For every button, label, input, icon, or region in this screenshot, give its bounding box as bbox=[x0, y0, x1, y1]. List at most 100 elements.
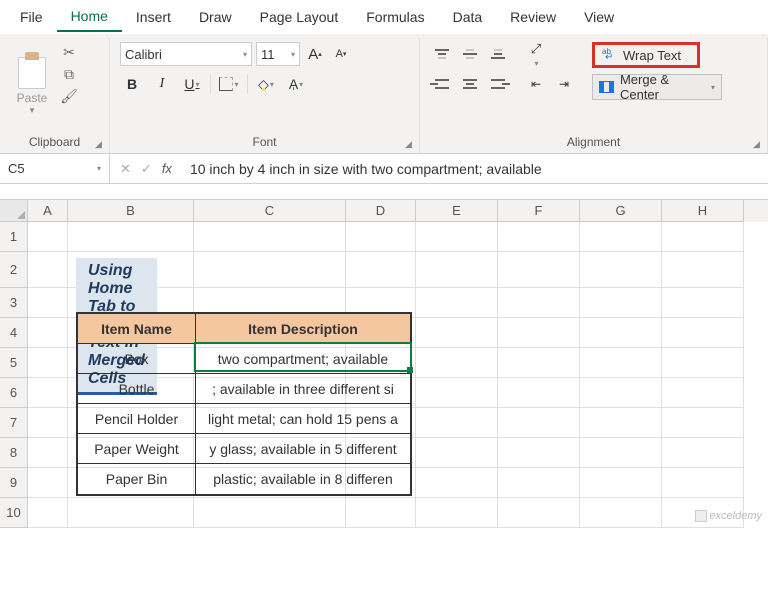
cell[interactable] bbox=[68, 438, 194, 468]
col-header[interactable]: G bbox=[580, 200, 662, 222]
cell[interactable] bbox=[580, 408, 662, 438]
cell[interactable] bbox=[498, 468, 580, 498]
cell[interactable] bbox=[68, 468, 194, 498]
font-launcher-icon[interactable]: ◢ bbox=[405, 139, 417, 151]
cell[interactable] bbox=[662, 252, 744, 288]
cell[interactable] bbox=[28, 498, 68, 528]
merge-center-button[interactable]: Merge & Center ▾ bbox=[592, 74, 722, 100]
font-size-select[interactable]: 11▾ bbox=[256, 42, 300, 66]
cell[interactable] bbox=[194, 438, 346, 468]
cell[interactable] bbox=[28, 468, 68, 498]
row-header[interactable]: 7 bbox=[0, 408, 28, 438]
cell[interactable] bbox=[662, 378, 744, 408]
cell[interactable] bbox=[498, 348, 580, 378]
cell[interactable] bbox=[416, 252, 498, 288]
col-header[interactable]: C bbox=[194, 200, 346, 222]
cell[interactable] bbox=[28, 288, 68, 318]
cell[interactable] bbox=[580, 498, 662, 528]
cell[interactable] bbox=[346, 408, 416, 438]
cancel-formula-button[interactable]: ✕ bbox=[120, 161, 131, 177]
menu-home[interactable]: Home bbox=[57, 2, 122, 32]
cell[interactable] bbox=[416, 468, 498, 498]
copy-button[interactable]: ⧉ bbox=[60, 66, 78, 82]
menu-formulas[interactable]: Formulas bbox=[352, 3, 438, 31]
cell[interactable] bbox=[68, 378, 194, 408]
col-header[interactable]: F bbox=[498, 200, 580, 222]
cell[interactable] bbox=[194, 468, 346, 498]
cell[interactable] bbox=[346, 438, 416, 468]
cell[interactable] bbox=[194, 348, 346, 378]
row-header[interactable]: 8 bbox=[0, 438, 28, 468]
cell[interactable] bbox=[194, 222, 346, 252]
shrink-font-button[interactable]: A▾ bbox=[330, 43, 352, 65]
formula-input[interactable]: 10 inch by 4 inch in size with two compa… bbox=[182, 154, 768, 184]
cell[interactable] bbox=[662, 498, 744, 528]
cell[interactable] bbox=[580, 318, 662, 348]
cell[interactable] bbox=[580, 288, 662, 318]
grow-font-button[interactable]: A▴ bbox=[304, 43, 326, 65]
align-middle-button[interactable] bbox=[458, 42, 482, 66]
font-name-select[interactable]: Calibri▾ bbox=[120, 42, 252, 66]
menu-view[interactable]: View bbox=[570, 3, 628, 31]
align-bottom-button[interactable] bbox=[486, 42, 510, 66]
row-header[interactable]: 1 bbox=[0, 222, 28, 252]
underline-button[interactable]: U▾ bbox=[180, 72, 204, 96]
col-header[interactable]: B bbox=[68, 200, 194, 222]
cell[interactable] bbox=[416, 438, 498, 468]
cell[interactable] bbox=[416, 378, 498, 408]
fill-color-button[interactable]: ◇▾ bbox=[254, 72, 278, 96]
borders-button[interactable]: ▾ bbox=[217, 72, 241, 96]
col-header[interactable]: E bbox=[416, 200, 498, 222]
cell[interactable] bbox=[498, 318, 580, 348]
col-header[interactable]: H bbox=[662, 200, 744, 222]
increase-indent-button[interactable]: ⇥ bbox=[552, 72, 576, 96]
cell[interactable] bbox=[194, 408, 346, 438]
cell[interactable] bbox=[662, 468, 744, 498]
cell[interactable] bbox=[498, 222, 580, 252]
cut-button[interactable]: ✂ bbox=[60, 44, 78, 60]
font-color-button[interactable]: A▾ bbox=[284, 72, 308, 96]
cell[interactable] bbox=[416, 288, 498, 318]
row-header[interactable]: 6 bbox=[0, 378, 28, 408]
alignment-launcher-icon[interactable]: ◢ bbox=[753, 139, 765, 151]
menu-data[interactable]: Data bbox=[439, 3, 497, 31]
cell[interactable] bbox=[416, 222, 498, 252]
align-right-button[interactable] bbox=[486, 72, 510, 96]
cell[interactable] bbox=[416, 408, 498, 438]
cell[interactable] bbox=[580, 438, 662, 468]
cell[interactable] bbox=[662, 288, 744, 318]
paste-button[interactable]: Paste ▾ bbox=[10, 40, 54, 133]
cell[interactable] bbox=[416, 318, 498, 348]
cell[interactable] bbox=[194, 288, 346, 318]
menu-page-layout[interactable]: Page Layout bbox=[246, 3, 353, 31]
menu-file[interactable]: File bbox=[6, 3, 57, 31]
cell[interactable] bbox=[498, 252, 580, 288]
cell[interactable] bbox=[580, 378, 662, 408]
align-top-button[interactable] bbox=[430, 42, 454, 66]
cell[interactable] bbox=[498, 438, 580, 468]
spreadsheet-grid[interactable]: ABCDEFGH 12345678910 Using Home Tab to W… bbox=[0, 200, 768, 528]
cell[interactable] bbox=[346, 252, 416, 288]
cell[interactable] bbox=[28, 252, 68, 288]
cell[interactable] bbox=[194, 318, 346, 348]
cell[interactable] bbox=[28, 408, 68, 438]
cell[interactable] bbox=[498, 408, 580, 438]
cell[interactable] bbox=[498, 378, 580, 408]
cell[interactable] bbox=[498, 288, 580, 318]
cell[interactable] bbox=[346, 222, 416, 252]
cell[interactable] bbox=[580, 468, 662, 498]
cell[interactable] bbox=[346, 348, 416, 378]
cell[interactable] bbox=[346, 498, 416, 528]
cell[interactable] bbox=[580, 252, 662, 288]
bold-button[interactable]: B bbox=[120, 72, 144, 96]
cell[interactable] bbox=[68, 318, 194, 348]
menu-draw[interactable]: Draw bbox=[185, 3, 246, 31]
menu-insert[interactable]: Insert bbox=[122, 3, 185, 31]
cell[interactable] bbox=[28, 318, 68, 348]
col-header[interactable]: A bbox=[28, 200, 68, 222]
enter-formula-button[interactable]: ✓ bbox=[141, 161, 152, 177]
cell[interactable] bbox=[194, 378, 346, 408]
cell[interactable] bbox=[662, 408, 744, 438]
cell[interactable] bbox=[346, 378, 416, 408]
cell[interactable] bbox=[28, 378, 68, 408]
